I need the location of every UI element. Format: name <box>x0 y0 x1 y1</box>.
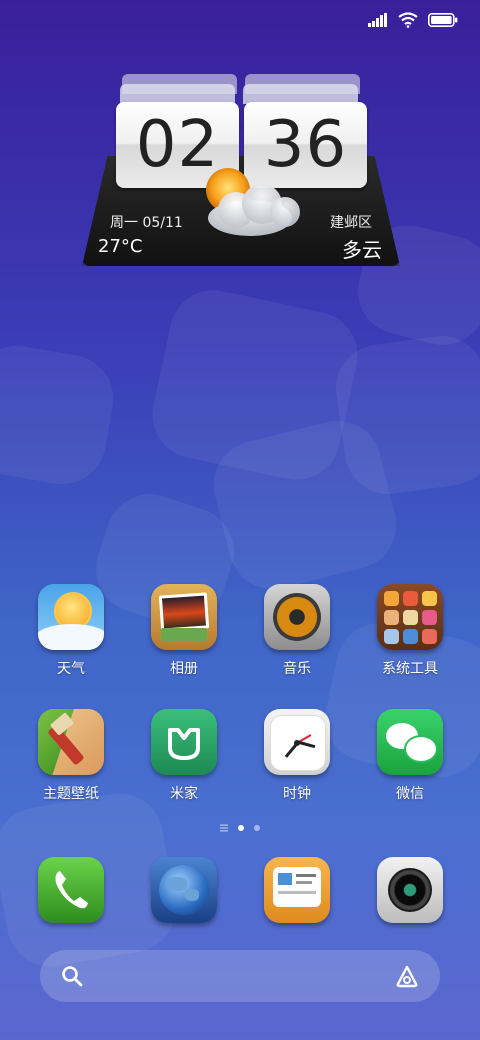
app-label: 相册 <box>170 661 198 677</box>
app-label: 米家 <box>170 786 198 802</box>
app-label: 天气 <box>57 661 85 677</box>
page-indicator <box>0 824 480 832</box>
background-tile <box>0 338 121 492</box>
app-label: 时钟 <box>283 786 311 802</box>
app-label: 主题壁纸 <box>43 786 99 802</box>
page-dot[interactable] <box>254 825 260 831</box>
dock-browser[interactable] <box>129 857 239 923</box>
weather-icon <box>38 584 104 650</box>
camera-icon <box>377 857 443 923</box>
browser-icon <box>151 857 217 923</box>
phone-icon <box>38 857 104 923</box>
flip-card-back <box>120 84 235 104</box>
background-tile <box>330 330 480 500</box>
music-icon <box>264 584 330 650</box>
signal-icon <box>368 13 387 27</box>
app-gallery[interactable]: 相册 <box>129 584 239 678</box>
app-label: 音乐 <box>283 661 311 677</box>
clock-weather-widget[interactable]: 02 36 周一 05/11 建邺区 27°C 多云 <box>82 72 400 277</box>
flip-card-back <box>243 84 358 104</box>
list-view-icon[interactable] <box>220 824 228 832</box>
dock-phone[interactable] <box>16 857 126 923</box>
mijia-icon <box>151 709 217 775</box>
battery-icon <box>428 13 458 27</box>
dock-camera[interactable] <box>355 857 465 923</box>
app-mijia[interactable]: 米家 <box>129 709 239 803</box>
app-wechat[interactable]: 微信 <box>355 709 465 803</box>
date-label: 周一 05/11 <box>110 215 183 231</box>
app-clock[interactable]: 时钟 <box>242 709 352 803</box>
app-music[interactable]: 音乐 <box>242 584 352 678</box>
app-weather[interactable]: 天气 <box>16 584 126 678</box>
temperature-label: 27°C <box>98 236 143 257</box>
app-system-tools[interactable]: 系统工具 <box>355 584 465 678</box>
app-theme[interactable]: 主题壁纸 <box>16 709 126 803</box>
system-tools-icon <box>377 584 443 650</box>
partly-cloudy-icon <box>206 168 300 236</box>
messages-icon <box>264 857 330 923</box>
dock-messages[interactable] <box>242 857 352 923</box>
page-dot-active[interactable] <box>238 825 244 831</box>
location-label: 建邺区 <box>330 215 372 231</box>
wechat-icon <box>377 709 443 775</box>
search-bar[interactable] <box>40 950 440 1002</box>
gallery-icon <box>151 584 217 650</box>
assistant-icon[interactable] <box>394 964 420 988</box>
status-bar <box>368 12 458 28</box>
search-icon[interactable] <box>61 965 83 987</box>
app-label: 微信 <box>396 786 424 802</box>
clock-icon <box>264 709 330 775</box>
condition-label: 多云 <box>342 238 382 262</box>
theme-icon <box>38 709 104 775</box>
app-label: 系统工具 <box>382 661 438 677</box>
wifi-icon <box>398 12 418 28</box>
